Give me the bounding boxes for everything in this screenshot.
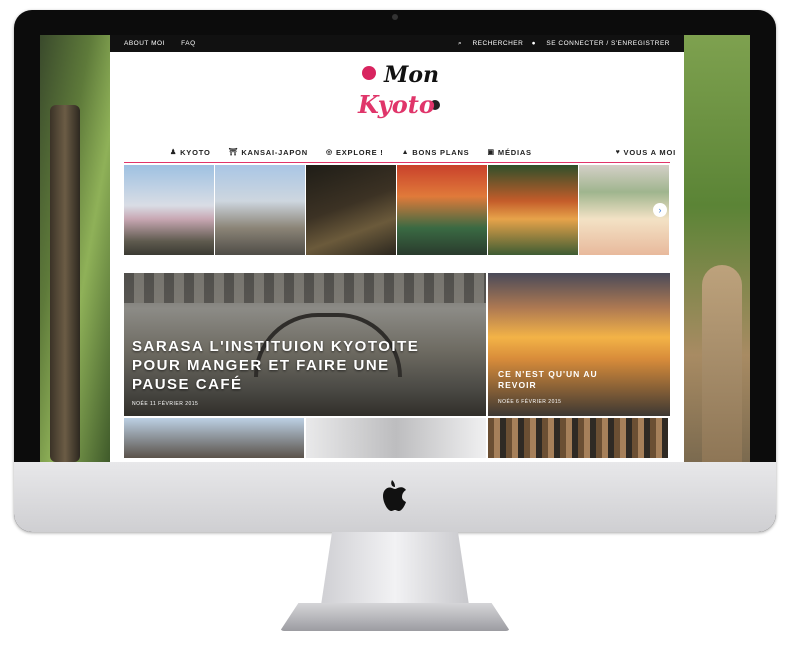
apple-logo-icon (383, 480, 406, 511)
user-icon: ● (531, 39, 537, 47)
featured-article-meta: NOÉE 11 FÉVRIER 2015 (132, 401, 199, 407)
torii-icon: ⛩ (228, 149, 239, 156)
nav-item-bons-plans[interactable]: ▲ BONS PLANS (402, 148, 470, 157)
login-link[interactable]: SE CONNECTER / S'ENREGISTRER (546, 40, 670, 47)
nav-label: KYOTO (180, 147, 211, 157)
slide-cafe[interactable]: › (579, 165, 669, 255)
nav-item-medias[interactable]: ▣ MÉDIAS (487, 148, 531, 157)
slide-autumn-garden[interactable] (397, 165, 487, 255)
article-thumbnail[interactable] (488, 418, 668, 458)
koi-fish-icon (362, 66, 376, 80)
faq-link[interactable]: FAQ (181, 40, 196, 47)
garden-path (702, 265, 742, 462)
screen: ABOUT MOI FAQ ⌕ RECHERCHER ● SE CONNECTE… (40, 35, 750, 462)
website: ABOUT MOI FAQ ⌕ RECHERCHER ● SE CONNECTE… (110, 35, 684, 462)
compass-icon: ◎ (326, 149, 333, 156)
logo-text-kyoto: Kyoto (358, 90, 435, 119)
slide-cherry-blossom[interactable] (124, 165, 214, 255)
nav-item-explore[interactable]: ◎ EXPLORE ! (326, 148, 384, 157)
search-icon[interactable]: ⌕ (458, 40, 462, 47)
nav-item-vous-a-moi[interactable]: ♥ VOUS A MOI (616, 148, 676, 157)
nav-divider (124, 162, 670, 163)
nav-label: VOUS A MOI (623, 147, 676, 157)
nav-item-kansai-japon[interactable]: ⛩ KANSAI-JAPON (229, 148, 308, 157)
nav-item-kyoto[interactable]: ♟ KYOTO (170, 148, 211, 157)
article-row (124, 418, 670, 458)
building-facade (124, 273, 486, 303)
side-article-title[interactable]: CE N'EST QU'UN AU REVOIR (498, 369, 618, 391)
imac-stand-base (280, 603, 510, 631)
side-article-meta: NOÉE 6 FÉVRIER 2015 (498, 399, 562, 405)
nav-label: BONS PLANS (412, 147, 470, 157)
side-article[interactable]: CE N'EST QU'UN AU REVOIR NOÉE 6 FÉVRIER … (488, 273, 670, 416)
top-bar: ABOUT MOI FAQ ⌕ RECHERCHER ● SE CONNECTE… (110, 35, 684, 52)
featured-article[interactable]: SARASA L'INSTITUION KYOTOITE POUR MANGER… (124, 273, 486, 416)
imac-stand (320, 532, 470, 612)
slide-autumn-path[interactable] (488, 165, 578, 255)
nav-label: MÉDIAS (497, 147, 532, 157)
chevron-right-icon[interactable]: › (653, 203, 667, 217)
tree-trunk (50, 105, 80, 462)
logo-text-mon: Mon (384, 62, 440, 88)
article-thumbnail[interactable] (306, 418, 486, 458)
person-icon: ♟ (170, 149, 178, 156)
thumbs-up-icon: ▲ (401, 148, 410, 156)
search-link[interactable]: RECHERCHER (472, 40, 523, 47)
main-navigation: ♟ KYOTO ⛩ KANSAI-JAPON ◎ EXPLORE ! ▲ BON… (110, 143, 684, 161)
camera (392, 14, 398, 20)
site-logo[interactable]: Mon Kyoto (350, 60, 450, 130)
nav-label: KANSAI-JAPON (241, 147, 309, 157)
media-icon: ▣ (487, 149, 495, 156)
article-thumbnail[interactable] (124, 418, 304, 458)
slide-street[interactable] (215, 165, 305, 255)
slide-night-alley[interactable] (306, 165, 396, 255)
photo-slider: › (124, 165, 670, 255)
featured-article-title[interactable]: SARASA L'INSTITUION KYOTOITE POUR MANGER… (132, 337, 432, 394)
heart-icon: ♥ (615, 148, 621, 156)
about-link[interactable]: ABOUT MOI (124, 40, 165, 47)
nav-label: EXPLORE ! (335, 147, 384, 157)
